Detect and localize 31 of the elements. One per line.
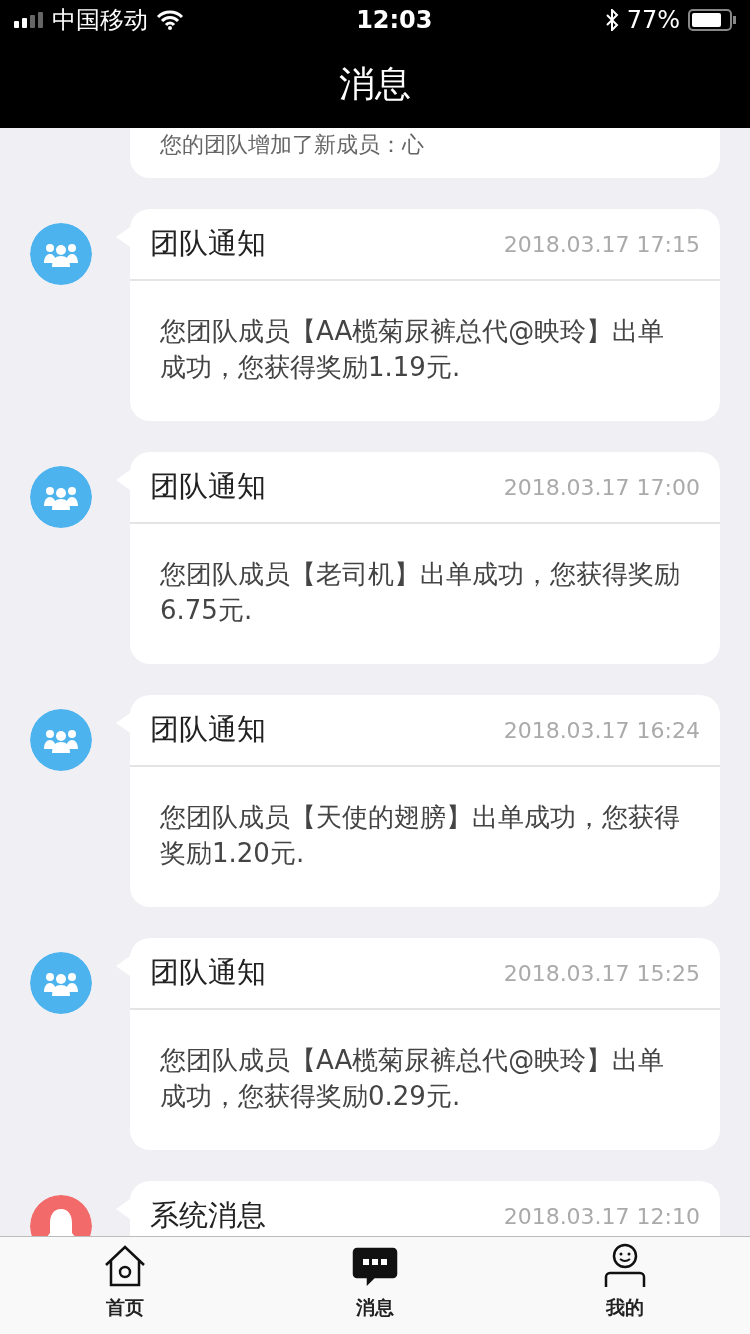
message-title: 团队通知 xyxy=(150,225,266,263)
group-icon xyxy=(30,466,92,528)
message-text: 您团队成员【老司机】出单成功，您获得奖励6.75元. xyxy=(159,558,681,627)
bluetooth-icon xyxy=(604,9,619,31)
message-text: 您团队成员【天使的翅膀】出单成功，您获得奖励1.20元. xyxy=(159,801,681,870)
battery-icon xyxy=(688,9,736,31)
message-text: 您团队成员【AA榄菊尿裤总代@映玲】出单成功，您获得奖励0.29元. xyxy=(159,1044,666,1113)
message-title: 团队通知 xyxy=(150,954,266,992)
message-time: 2018.03.17 15:25 xyxy=(503,959,700,988)
smiley-person-icon xyxy=(602,1243,648,1289)
message-time: 2018.03.17 16:24 xyxy=(503,716,700,745)
message-text: 您团队成员【AA榄菊尿裤总代@映玲】出单成功，您获得奖励1.19元. xyxy=(159,315,666,384)
signal-icon xyxy=(14,12,44,28)
message-title: 团队通知 xyxy=(150,468,266,506)
tab-bar-item[interactable]: 我的 xyxy=(592,1237,658,1322)
wifi-icon xyxy=(156,10,184,30)
message-title: 团队通知 xyxy=(150,711,266,749)
tab-bar-item[interactable]: 首页 xyxy=(92,1237,158,1322)
battery-percent: 77% xyxy=(626,5,680,36)
page-title: 消息 xyxy=(339,62,411,106)
tab-bar-item[interactable]: 消息 xyxy=(342,1237,408,1322)
message-time: 2018.03.17 17:00 xyxy=(503,473,700,502)
group-icon xyxy=(30,223,92,285)
status-time: 12:03 xyxy=(356,5,433,36)
message-time: 2018.03.17 17:15 xyxy=(503,230,700,259)
message-time: 2018.03.17 12:10 xyxy=(503,1202,700,1231)
message-title: 系统消息 xyxy=(150,1197,266,1235)
carrier-name: 中国移动 xyxy=(52,5,148,36)
message-text: 您的团队增加了新成员：心 xyxy=(160,131,425,159)
group-icon xyxy=(30,952,92,1014)
group-icon xyxy=(30,709,92,771)
